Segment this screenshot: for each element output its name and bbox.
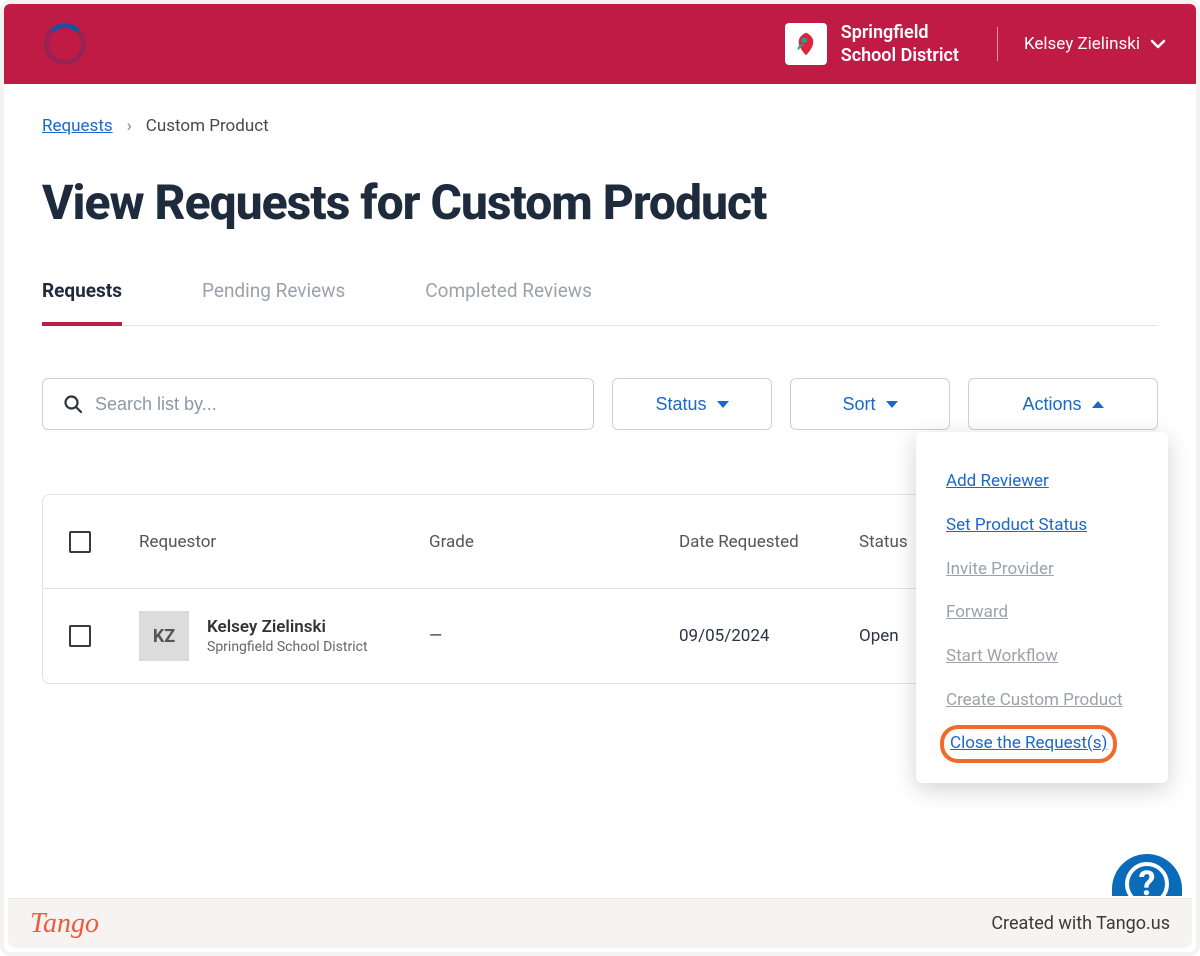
tabs: Requests Pending Reviews Completed Revie… — [42, 279, 1158, 326]
divider — [997, 27, 998, 61]
grade-cell: — — [429, 626, 679, 646]
avatar: KZ — [139, 611, 189, 661]
annotation-highlight: Close the Request(s) — [940, 725, 1117, 763]
action-set-product-status[interactable]: Set Product Status — [916, 504, 1168, 548]
status-filter-button[interactable]: Status — [612, 378, 772, 430]
tango-logo: Tango — [30, 908, 99, 940]
help-icon: ? — [1125, 862, 1169, 896]
requestor-name: Kelsey Zielinski — [207, 617, 368, 637]
action-create-custom-product: Create Custom Product — [916, 679, 1168, 723]
list-controls: Status Sort Actions — [42, 378, 1158, 430]
col-requestor: Requestor — [139, 532, 429, 552]
actions-label: Actions — [1022, 394, 1081, 415]
top-bar: Springfield School District Kelsey Zieli… — [4, 4, 1196, 84]
requestor-org: Springfield School District — [207, 639, 368, 655]
page-title: View Requests for Custom Product — [42, 174, 1158, 231]
tab-pending-reviews[interactable]: Pending Reviews — [202, 279, 345, 326]
action-close-requests[interactable]: Close the Request(s) — [950, 732, 1107, 756]
status-filter-label: Status — [655, 394, 706, 415]
breadcrumb-current: Custom Product — [146, 116, 269, 136]
tab-requests[interactable]: Requests — [42, 279, 122, 326]
breadcrumb: Requests › Custom Product — [42, 116, 1158, 136]
org-logo-icon — [785, 23, 827, 65]
footer: Tango Created with Tango.us — [8, 898, 1192, 948]
tab-completed-reviews[interactable]: Completed Reviews — [425, 279, 592, 326]
footer-credit: Created with Tango.us — [991, 913, 1170, 934]
org-name-line2: School District — [841, 44, 959, 67]
action-forward: Forward — [916, 591, 1168, 635]
search-icon — [63, 394, 83, 414]
organization-display: Springfield School District — [785, 21, 959, 68]
caret-down-icon — [717, 401, 729, 408]
sort-button[interactable]: Sort — [790, 378, 950, 430]
search-input[interactable] — [95, 394, 573, 415]
action-invite-provider: Invite Provider — [916, 548, 1168, 592]
date-requested-cell: 09/05/2024 — [679, 626, 859, 646]
col-date-requested: Date Requested — [679, 532, 859, 552]
loading-spinner-icon — [44, 23, 86, 65]
org-name-line1: Springfield — [841, 21, 959, 44]
chevron-right-icon: › — [127, 116, 132, 136]
actions-button[interactable]: Actions — [968, 378, 1158, 430]
search-box[interactable] — [42, 378, 594, 430]
sort-label: Sort — [842, 394, 875, 415]
help-fab[interactable]: ? — [1112, 854, 1182, 896]
action-start-workflow: Start Workflow — [916, 635, 1168, 679]
row-checkbox[interactable] — [69, 625, 91, 647]
breadcrumb-root-link[interactable]: Requests — [42, 116, 113, 136]
caret-down-icon — [886, 401, 898, 408]
actions-dropdown: Add Reviewer Set Product Status Invite P… — [916, 432, 1168, 783]
col-grade: Grade — [429, 532, 679, 552]
chevron-down-icon — [1150, 36, 1166, 52]
caret-up-icon — [1092, 401, 1104, 408]
action-add-reviewer[interactable]: Add Reviewer — [916, 460, 1168, 504]
select-all-checkbox[interactable] — [69, 531, 91, 553]
user-name: Kelsey Zielinski — [1024, 34, 1140, 54]
user-menu[interactable]: Kelsey Zielinski — [1024, 34, 1166, 54]
